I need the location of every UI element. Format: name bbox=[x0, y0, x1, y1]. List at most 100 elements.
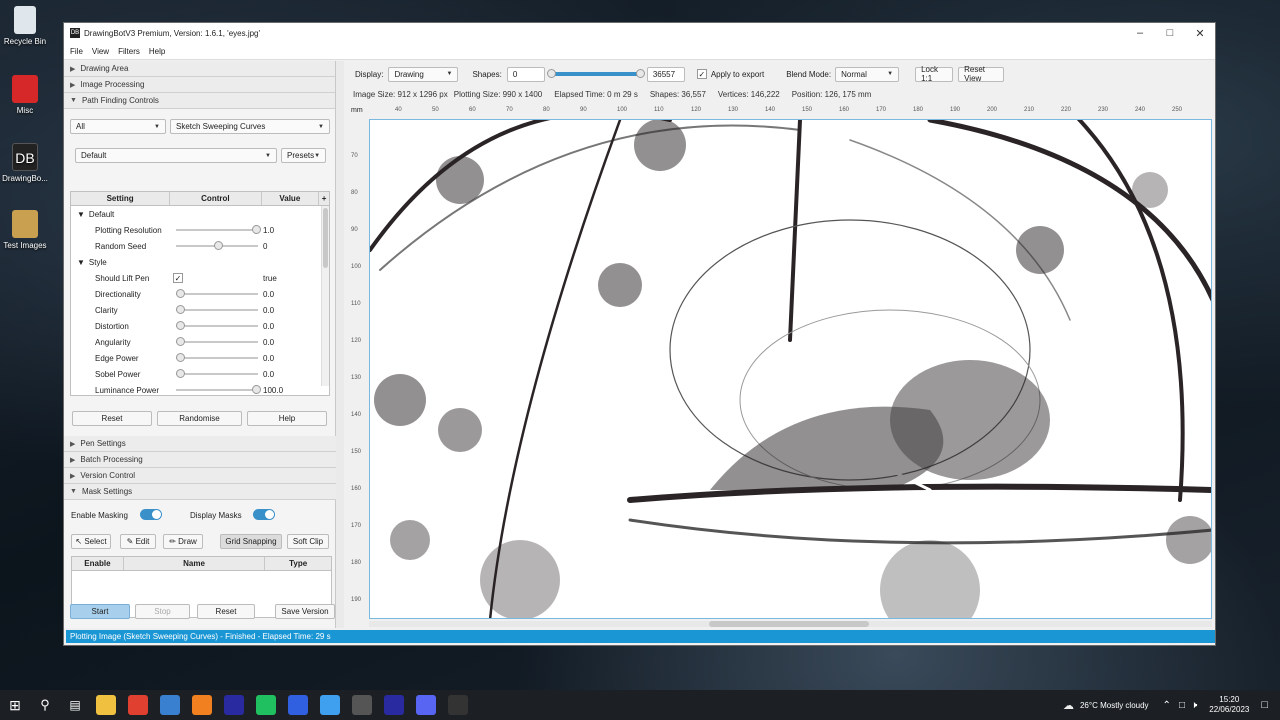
setting-row[interactable]: Sobel Power 0.0 bbox=[71, 366, 329, 382]
slider-handle-min[interactable] bbox=[546, 69, 556, 78]
slider-handle[interactable] bbox=[214, 241, 223, 250]
search-icon[interactable]: ⚲ bbox=[30, 697, 60, 713]
menu-view[interactable]: View bbox=[92, 47, 109, 56]
taskbar-app-icon[interactable] bbox=[416, 695, 436, 715]
column-header-enable[interactable]: Enable bbox=[72, 557, 124, 570]
enable-masking-toggle[interactable] bbox=[140, 509, 162, 520]
blend-mode-combo[interactable]: Normal ▼ bbox=[835, 66, 900, 82]
setting-row[interactable]: Plotting Resolution 1.0 bbox=[71, 222, 329, 238]
column-header-control[interactable]: Control bbox=[170, 192, 262, 205]
scrollbar-thumb[interactable] bbox=[709, 621, 869, 627]
menu-file[interactable]: File bbox=[70, 47, 83, 56]
draw-tool-button[interactable]: ✏ Draw bbox=[163, 534, 203, 549]
section-image-processing[interactable]: ▶ Image Processing bbox=[64, 77, 335, 93]
setting-row[interactable]: Clarity 0.0 bbox=[71, 302, 329, 318]
drawing-canvas[interactable] bbox=[369, 119, 1212, 619]
maximize-button[interactable]: □ bbox=[1155, 27, 1185, 40]
section-mask-settings[interactable]: ▼ Mask Settings bbox=[64, 484, 336, 500]
setting-checkbox[interactable]: ✓ bbox=[173, 273, 183, 283]
scrollbar-thumb[interactable] bbox=[323, 208, 328, 268]
task-view-icon[interactable]: ▤ bbox=[60, 698, 90, 712]
randomise-button[interactable]: Randomise bbox=[157, 411, 242, 426]
setting-slider[interactable] bbox=[176, 369, 258, 378]
slider-handle[interactable] bbox=[176, 337, 185, 346]
taskbar-app-icon[interactable] bbox=[160, 695, 180, 715]
setting-slider[interactable] bbox=[176, 305, 258, 314]
table-scrollbar[interactable] bbox=[321, 206, 329, 386]
column-header-setting[interactable]: Setting bbox=[71, 192, 171, 205]
minimize-button[interactable]: – bbox=[1125, 27, 1155, 40]
soft-clip-button[interactable]: Soft Clip bbox=[287, 534, 329, 549]
setting-row[interactable]: Luminance Power 100.0 bbox=[71, 382, 329, 395]
shapes-max-input[interactable]: 36557 bbox=[646, 66, 685, 82]
clock-time[interactable]: 15:20 bbox=[1209, 695, 1249, 705]
clock-date[interactable]: 22/06/2023 bbox=[1209, 705, 1249, 715]
volume-icon[interactable]: 🕨 bbox=[1191, 700, 1197, 711]
taskbar-app-icon[interactable] bbox=[128, 695, 148, 715]
reset-plot-button[interactable]: Reset bbox=[197, 604, 255, 619]
group-row-default[interactable]: ▼ Default bbox=[71, 206, 329, 222]
section-batch-processing[interactable]: ▶ Batch Processing bbox=[64, 452, 336, 468]
panel-scrollbar[interactable] bbox=[336, 61, 344, 628]
taskbar-app-icon[interactable] bbox=[224, 695, 244, 715]
slider-handle[interactable] bbox=[176, 289, 185, 298]
setting-row[interactable]: Edge Power 0.0 bbox=[71, 350, 329, 366]
lock-1-1-button[interactable]: Lock 1:1 bbox=[915, 65, 954, 83]
plus-icon[interactable]: + bbox=[319, 192, 329, 205]
presets-button[interactable]: Presets ▼ bbox=[281, 148, 326, 163]
network-icon[interactable]: □ bbox=[1179, 700, 1185, 711]
tray-chevron-icon[interactable]: ⌃ bbox=[1163, 700, 1171, 711]
setting-row[interactable]: Random Seed 0 bbox=[71, 238, 329, 254]
stop-button[interactable]: Stop bbox=[135, 604, 190, 619]
setting-slider[interactable] bbox=[176, 337, 258, 346]
preset-combo[interactable]: Default ▼ bbox=[75, 148, 277, 163]
setting-slider[interactable] bbox=[176, 225, 261, 234]
desktop-icon-test-images[interactable]: Test Images bbox=[0, 210, 50, 250]
setting-row[interactable]: Distortion 0.0 bbox=[71, 318, 329, 334]
section-drawing-area[interactable]: ▶ Drawing Area bbox=[64, 61, 335, 77]
setting-row[interactable]: Angularity 0.0 bbox=[71, 334, 329, 350]
display-masks-toggle[interactable] bbox=[253, 509, 275, 520]
group-row-style[interactable]: ▼ Style bbox=[71, 254, 329, 270]
taskbar-app-icon[interactable] bbox=[256, 695, 276, 715]
column-header-type[interactable]: Type bbox=[265, 557, 331, 570]
help-button[interactable]: Help bbox=[247, 411, 327, 426]
save-version-button[interactable]: Save Version bbox=[275, 604, 335, 619]
section-pen-settings[interactable]: ▶ Pen Settings bbox=[64, 436, 336, 452]
close-button[interactable]: ✕ bbox=[1185, 27, 1215, 40]
taskbar-app-icon[interactable] bbox=[352, 695, 372, 715]
shapes-range-slider[interactable] bbox=[546, 69, 645, 78]
slider-handle[interactable] bbox=[176, 321, 185, 330]
taskbar-app-icon[interactable] bbox=[96, 695, 116, 715]
notification-icon[interactable]: □ bbox=[1261, 699, 1268, 711]
column-header-name[interactable]: Name bbox=[124, 557, 266, 570]
taskbar-app-icon[interactable] bbox=[320, 695, 340, 715]
menu-help[interactable]: Help bbox=[149, 47, 165, 56]
slider-handle[interactable] bbox=[176, 305, 185, 314]
filter-combo[interactable]: All ▼ bbox=[70, 119, 166, 134]
slider-handle[interactable] bbox=[176, 353, 185, 362]
reset-button[interactable]: Reset bbox=[72, 411, 152, 426]
weather-text[interactable]: 26°C Mostly cloudy bbox=[1080, 701, 1149, 710]
taskbar-app-icon[interactable] bbox=[192, 695, 212, 715]
menu-filters[interactable]: Filters bbox=[118, 47, 140, 56]
setting-row[interactable]: Directionality 0.0 bbox=[71, 286, 329, 302]
setting-row[interactable]: Should Lift Pen ✓ true bbox=[71, 270, 329, 286]
setting-slider[interactable] bbox=[176, 353, 258, 362]
title-bar[interactable]: DB DrawingBotV3 Premium, Version: 1.6.1,… bbox=[64, 23, 1215, 43]
section-version-control[interactable]: ▶ Version Control bbox=[64, 468, 336, 484]
setting-slider[interactable] bbox=[176, 321, 258, 330]
start-button[interactable]: Start bbox=[70, 604, 130, 619]
slider-handle[interactable] bbox=[252, 225, 261, 234]
windows-start-icon[interactable]: ⊞ bbox=[0, 697, 30, 714]
display-combo[interactable]: Drawing ▼ bbox=[388, 66, 459, 82]
taskbar-app-icon[interactable] bbox=[448, 695, 468, 715]
slider-handle[interactable] bbox=[176, 369, 185, 378]
desktop-icon-recycle-bin[interactable]: Recycle Bin bbox=[0, 6, 50, 46]
slider-handle[interactable] bbox=[252, 385, 261, 394]
setting-slider[interactable] bbox=[176, 385, 261, 394]
taskbar-app-icon[interactable] bbox=[288, 695, 308, 715]
shapes-min-input[interactable]: 0 bbox=[506, 66, 545, 82]
setting-slider[interactable] bbox=[176, 289, 258, 298]
apply-export-checkbox[interactable]: ✓ bbox=[696, 69, 707, 79]
